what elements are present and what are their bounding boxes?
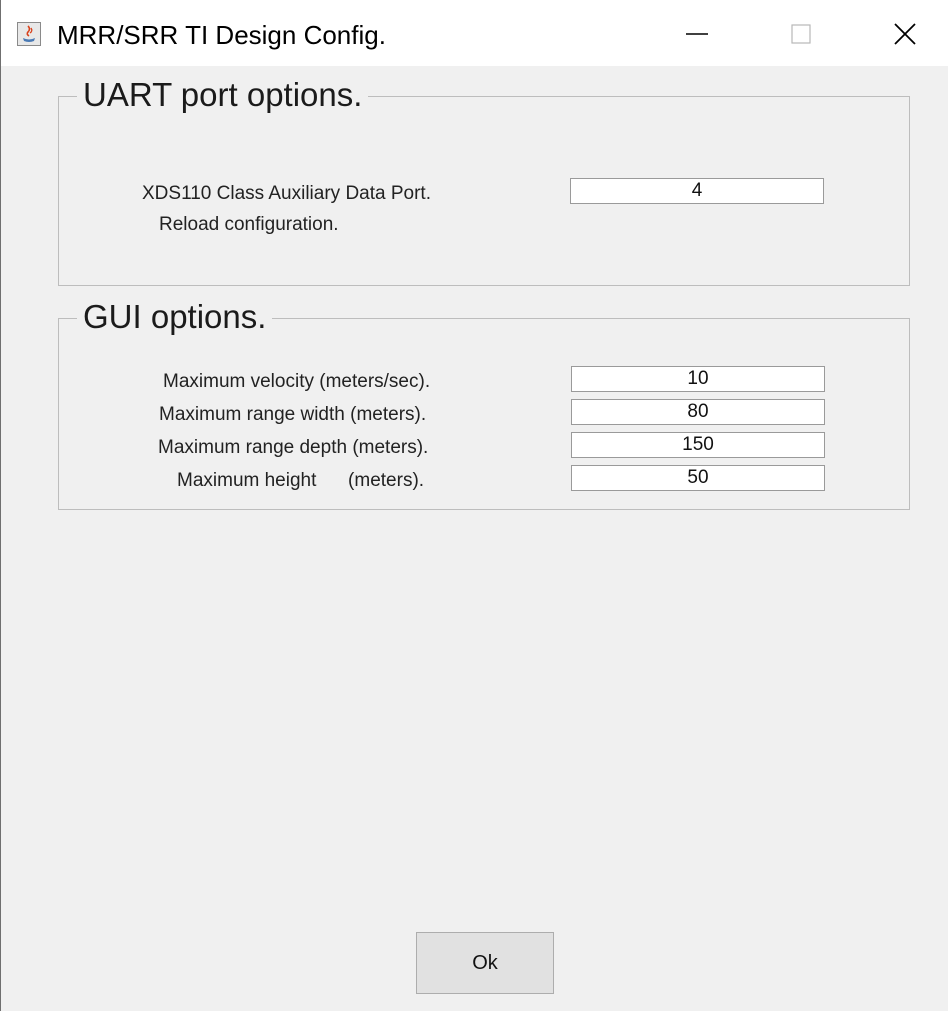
max-velocity-input[interactable] (571, 366, 825, 392)
ok-button[interactable]: Ok (416, 932, 554, 994)
max-velocity-label: Maximum velocity (meters/sec). (163, 371, 431, 392)
max-range-width-input[interactable] (571, 399, 825, 425)
close-icon (894, 23, 916, 45)
gui-group-title: GUI options. (77, 297, 273, 337)
window-title: MRR/SRR TI Design Config. (57, 20, 386, 50)
uart-port-label: XDS110 Class Auxiliary Data Port. (142, 183, 431, 204)
uart-group-title: UART port options. (77, 75, 369, 115)
gui-options-group: GUI options. Maximum velocity (meters/se… (58, 297, 910, 510)
uart-port-input[interactable] (570, 178, 824, 204)
title-bar[interactable]: MRR/SRR TI Design Config. (1, 0, 948, 66)
close-button[interactable] (875, 12, 935, 56)
minimize-button[interactable] (667, 12, 727, 56)
uart-options-group: UART port options. XDS110 Class Auxiliar… (58, 75, 910, 286)
reload-configuration-link[interactable]: Reload configuration. (159, 214, 339, 236)
max-height-input[interactable] (571, 465, 825, 491)
maximize-button[interactable] (771, 12, 831, 56)
max-height-label: Maximum height (meters). (177, 470, 425, 491)
max-range-width-label: Maximum range width (meters). (159, 404, 427, 425)
max-range-depth-input[interactable] (571, 432, 825, 458)
config-window: MRR/SRR TI Design Config. UART port opti… (0, 0, 948, 1011)
max-range-depth-label: Maximum range depth (meters). (158, 437, 429, 458)
minimize-icon (686, 33, 708, 35)
java-app-icon (17, 22, 41, 46)
maximize-icon (791, 24, 811, 44)
